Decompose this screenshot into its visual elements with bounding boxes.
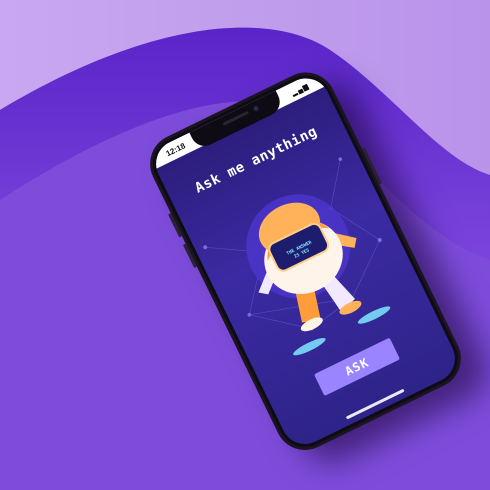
speaker-icon bbox=[222, 110, 250, 126]
camera-icon bbox=[252, 105, 260, 112]
hover-pad-glow bbox=[293, 337, 326, 356]
status-time: 12:18 bbox=[164, 141, 187, 159]
signal-icon: ▂▄▆ bbox=[290, 82, 311, 98]
hover-pad-glow bbox=[357, 306, 391, 324]
